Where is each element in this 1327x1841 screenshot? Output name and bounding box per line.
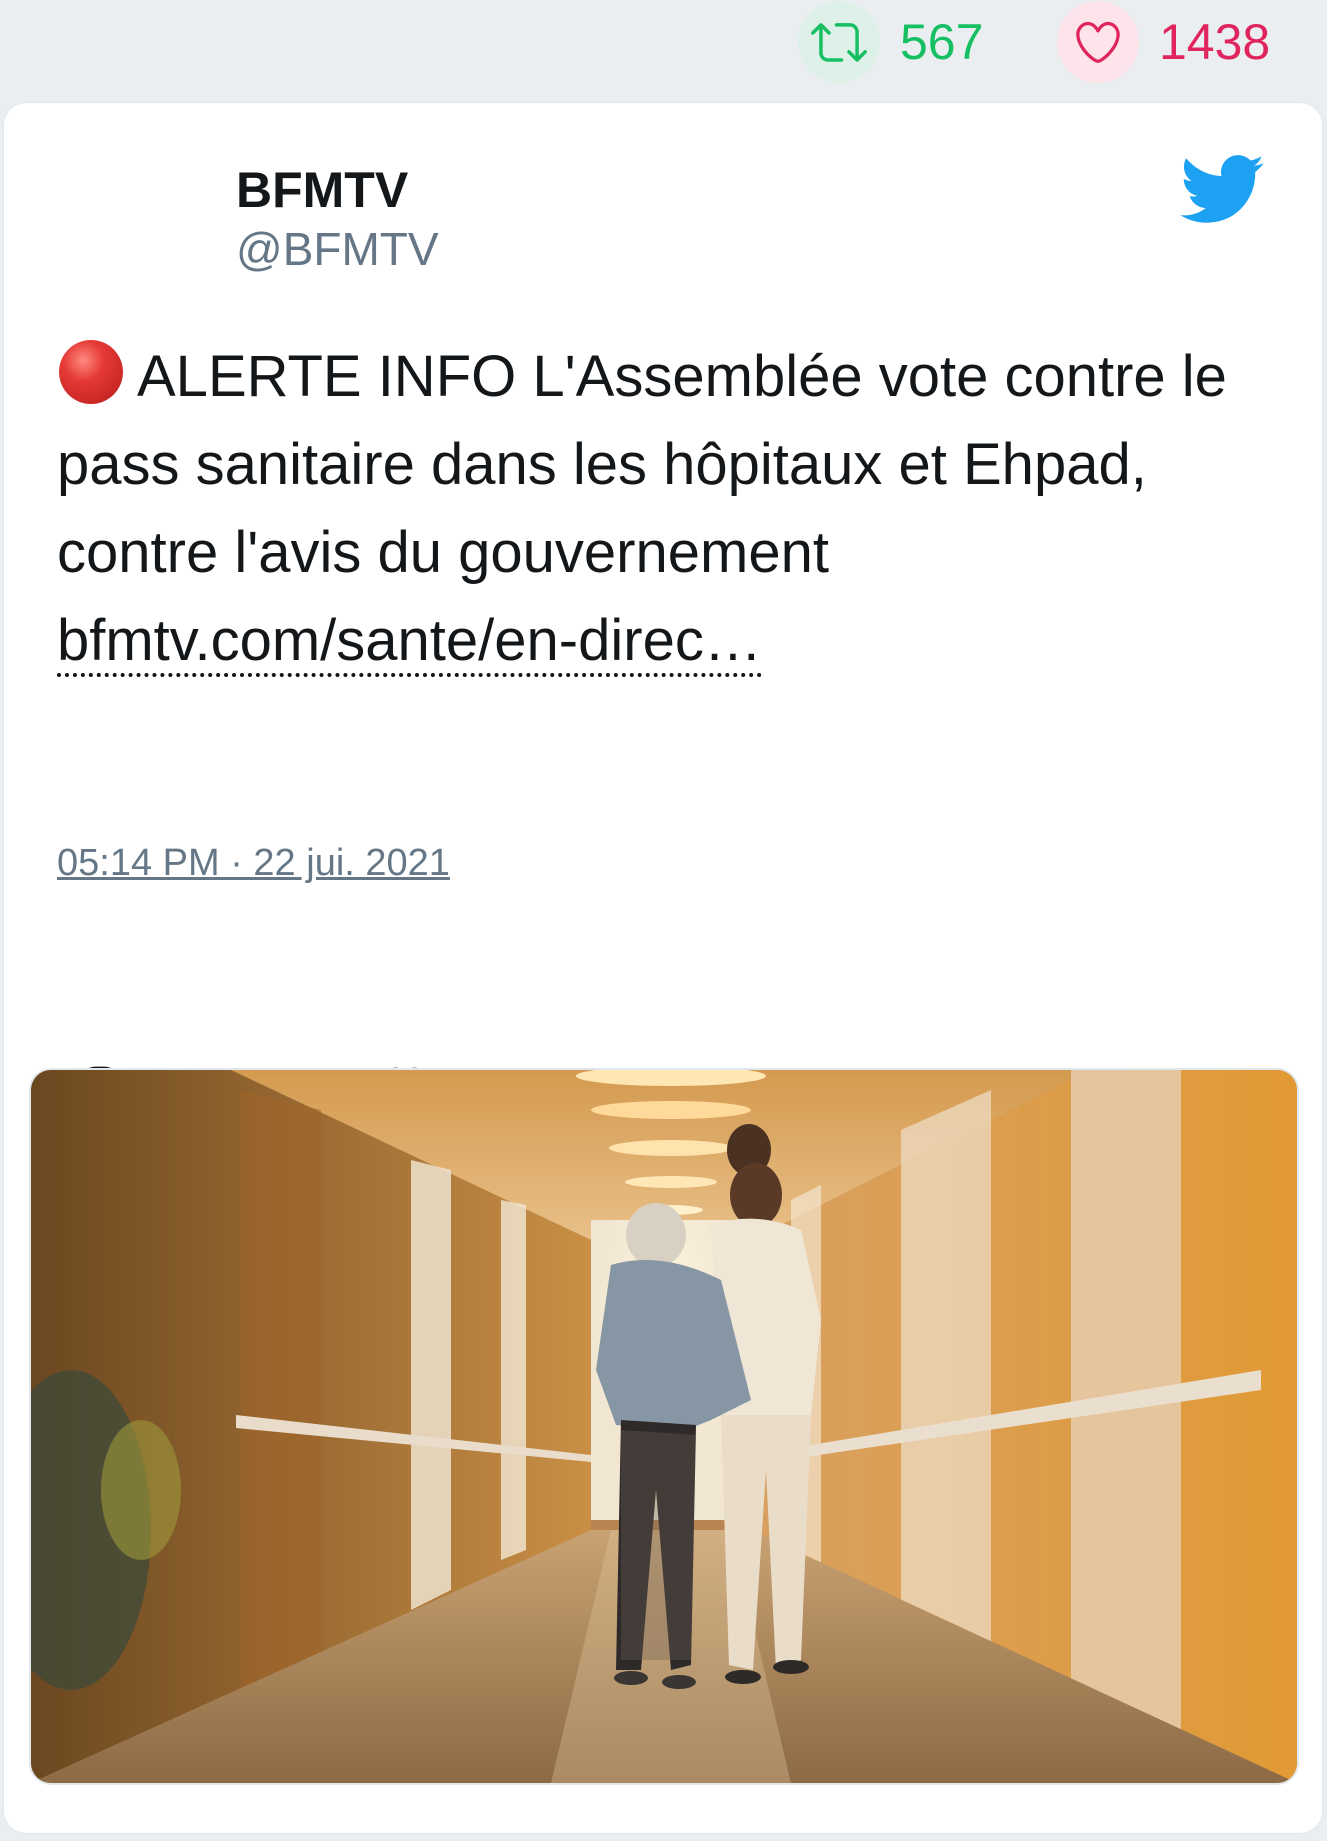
- retweet-count: 567: [900, 14, 984, 70]
- red-circle-emoji: [59, 340, 123, 404]
- corridor-photo-illustration: [31, 1070, 1297, 1783]
- twitter-bird-icon[interactable]: [1172, 145, 1270, 233]
- tweet-stats-bar: 567 1438: [0, 0, 1327, 92]
- author-handle[interactable]: @BFMTV: [236, 226, 439, 272]
- author-name[interactable]: BFMTV: [236, 165, 408, 215]
- heart-icon[interactable]: [1057, 1, 1139, 83]
- tweet-text: ALERTE INFO L'Assemblée vote contre le p…: [57, 333, 1257, 685]
- like-stat[interactable]: 1438: [1057, 0, 1270, 84]
- retweet-stat[interactable]: 567: [798, 0, 983, 84]
- tweet-timestamp[interactable]: 05:14 PM · 22 jui. 2021: [57, 844, 450, 882]
- tweet-card: BFMTV @BFMTV ALERTE INFO L'Assemblée vot…: [4, 103, 1322, 1833]
- article-link[interactable]: bfmtv.com/sante/en-direc…: [57, 608, 762, 677]
- tweet-photo[interactable]: [29, 1068, 1299, 1785]
- retweet-icon[interactable]: [798, 1, 880, 83]
- like-count: 1438: [1159, 14, 1271, 70]
- tweet-body: ALERTE INFO L'Assemblée vote contre le p…: [57, 344, 1227, 585]
